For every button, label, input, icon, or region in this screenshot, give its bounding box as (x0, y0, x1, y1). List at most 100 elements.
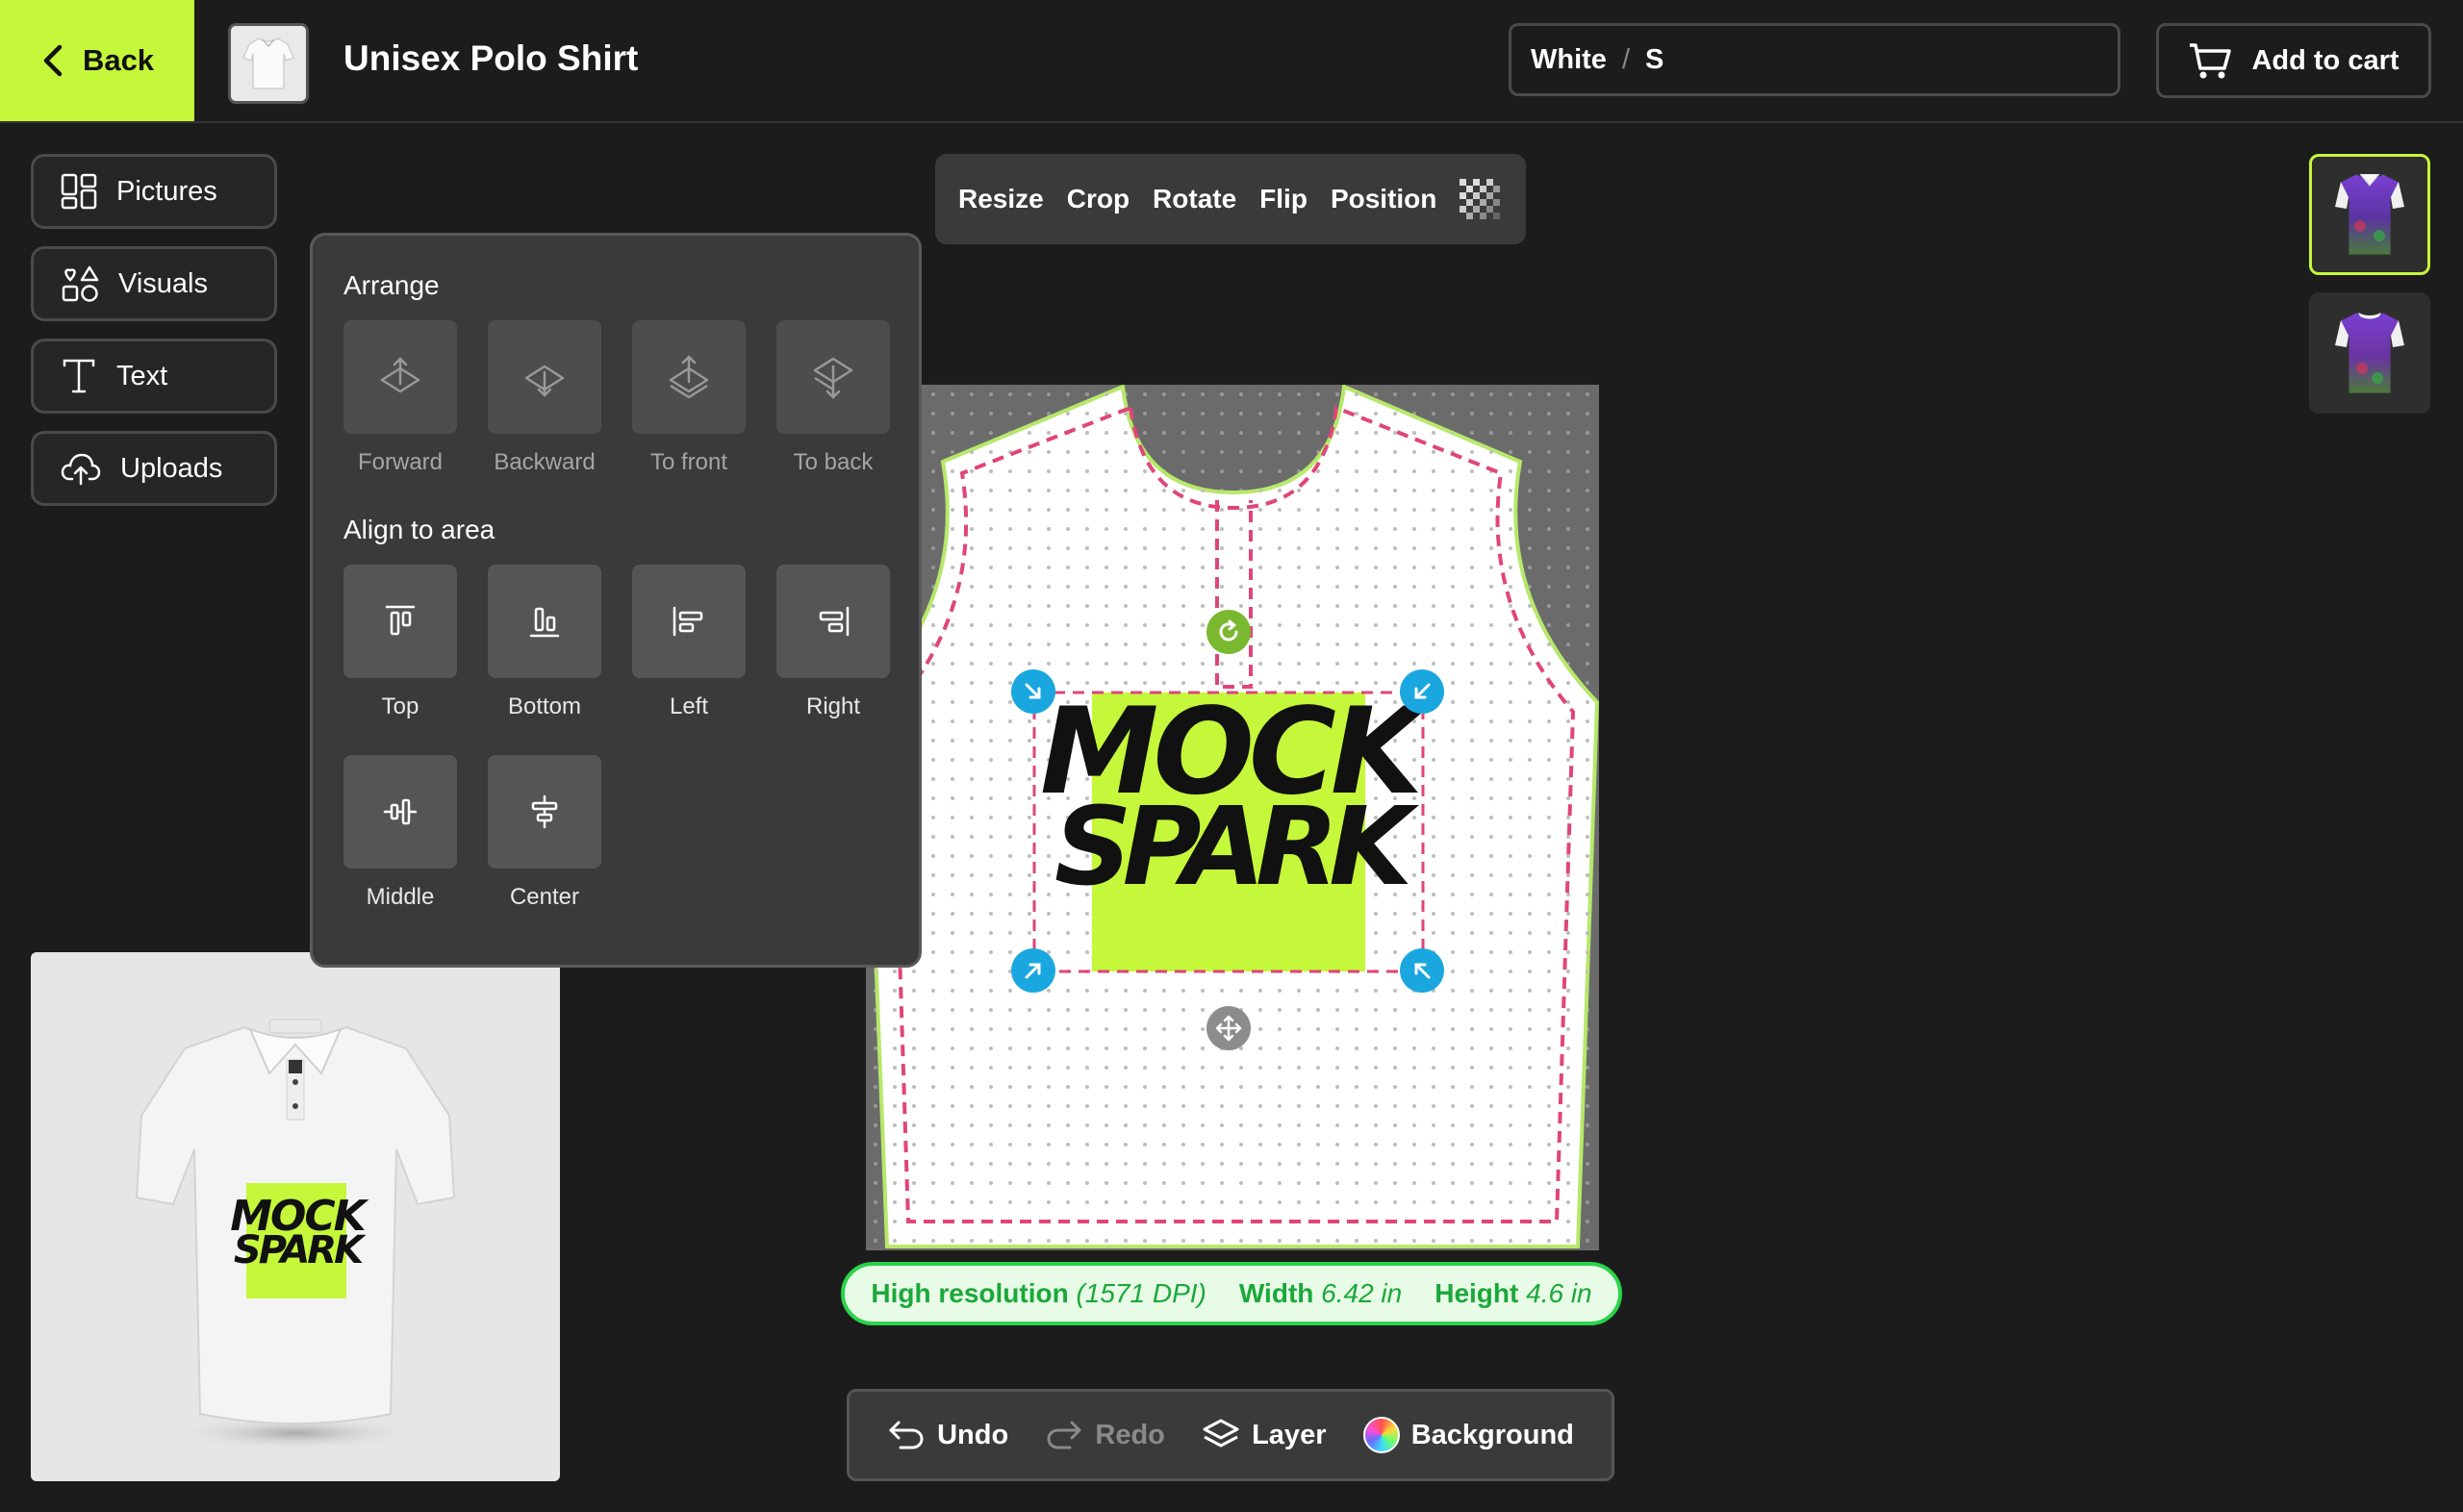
align-bottom-icon (529, 607, 560, 638)
to-back-button[interactable] (776, 320, 890, 434)
variant-color: White (1531, 43, 1607, 75)
resolution-info: High resolution (1571 DPI) (871, 1278, 1206, 1309)
width-label: Width (1238, 1278, 1314, 1308)
resize-button[interactable]: Resize (958, 184, 1044, 214)
align-left-label: Left (669, 693, 709, 719)
undo-button[interactable]: Undo (887, 1419, 1008, 1451)
add-to-cart-label: Add to cart (2251, 44, 2400, 76)
preview-logo: MOCK SPARK (225, 1195, 369, 1273)
redo-icon (1047, 1421, 1081, 1449)
redo-label: Redo (1095, 1419, 1165, 1450)
arrange-panel: Arrange Forward Backward To front To bac… (310, 233, 922, 968)
arrow-down-right-icon (1025, 683, 1041, 699)
design-canvas[interactable]: MOCK SPARK (866, 385, 1599, 1250)
sidebar-item-text[interactable]: Text (31, 339, 277, 414)
text-icon (63, 359, 95, 393)
align-right-button[interactable] (776, 565, 890, 678)
align-left-button[interactable] (632, 565, 746, 678)
forward-label: Forward (357, 449, 444, 475)
redo-button[interactable]: Redo (1045, 1419, 1165, 1451)
sidebar-item-uploads[interactable]: Uploads (31, 431, 277, 506)
layers-icon (1203, 1419, 1239, 1448)
align-right-icon (819, 606, 850, 637)
cart-icon (2190, 43, 2232, 79)
variant-selector[interactable]: White / S (1509, 23, 2120, 96)
align-top-label: Top (381, 693, 419, 719)
rotate-button[interactable]: Rotate (1153, 184, 1236, 214)
width-info: Width 6.42 in (1239, 1278, 1402, 1309)
align-left-icon (673, 606, 703, 637)
position-button[interactable]: Position (1331, 184, 1436, 214)
backward-label: Backward (494, 449, 596, 475)
align-center-label: Center (509, 884, 580, 910)
edit-toolbar: Resize Crop Rotate Flip Position (935, 154, 1526, 244)
variant-size: S (1645, 43, 1664, 75)
background-label: Background (1410, 1419, 1574, 1450)
undo-label: Undo (937, 1419, 1009, 1450)
arrow-up-left-icon (1414, 963, 1431, 979)
move-handle[interactable] (1206, 1006, 1251, 1050)
align-top-button[interactable] (343, 565, 457, 678)
undo-icon (889, 1421, 924, 1449)
view-thumbnail-front[interactable] (2309, 154, 2430, 275)
forward-button[interactable] (343, 320, 457, 434)
align-center-button[interactable] (488, 755, 601, 869)
crop-button[interactable]: Crop (1067, 184, 1130, 214)
view-thumbnail-back[interactable] (2309, 292, 2430, 414)
bottom-toolbar: Undo Redo Layer Background (847, 1389, 1614, 1481)
align-heading: Align to area (343, 515, 495, 544)
layer-button[interactable]: Layer (1202, 1418, 1326, 1452)
design-logo[interactable]: MOCK SPARK (1035, 693, 1423, 910)
align-center-icon (531, 794, 558, 829)
backward-button[interactable] (488, 320, 601, 434)
preview-logo-line2: SPARK (233, 1228, 364, 1273)
rotate-icon (1219, 619, 1238, 642)
sidebar-item-label: Visuals (118, 267, 208, 299)
send-backward-icon (524, 365, 565, 397)
shirt-thumbnail-icon (242, 38, 294, 89)
send-to-back-icon (813, 357, 853, 399)
background-button[interactable]: Background (1362, 1417, 1574, 1453)
sidebar-item-visuals[interactable]: Visuals (31, 246, 277, 321)
arrow-down-left-icon (1414, 683, 1431, 699)
resize-handle-bottom-right[interactable] (1400, 948, 1444, 993)
bring-to-front-icon (669, 355, 709, 399)
flip-button[interactable]: Flip (1259, 184, 1308, 214)
align-middle-icon (383, 798, 418, 825)
align-top-icon (385, 605, 416, 636)
checker-icon[interactable] (1460, 179, 1501, 219)
back-button[interactable]: Back (0, 0, 194, 121)
arrange-heading: Arrange (343, 270, 440, 300)
width-value: 6.42 in (1321, 1278, 1403, 1308)
grid-icon (61, 173, 97, 210)
align-bottom-button[interactable] (488, 565, 601, 678)
align-bottom-label: Bottom (507, 693, 582, 719)
height-value: 4.6 in (1526, 1278, 1592, 1308)
dpi-value: (1571 DPI) (1076, 1278, 1206, 1308)
to-back-label: To back (793, 449, 874, 475)
resize-handle-top-left[interactable] (1011, 669, 1055, 714)
to-front-button[interactable] (632, 320, 746, 434)
height-label: Height (1435, 1278, 1519, 1308)
logo-line2: SPARK (1054, 784, 1412, 910)
sidebar-item-label: Uploads (120, 452, 223, 484)
resize-handle-top-right[interactable] (1400, 669, 1444, 714)
resize-handle-bottom-left[interactable] (1011, 948, 1055, 993)
add-to-cart-button[interactable]: Add to cart (2156, 23, 2431, 98)
color-wheel-icon (1362, 1417, 1400, 1453)
rotate-handle[interactable] (1206, 610, 1251, 654)
align-right-label: Right (805, 693, 861, 719)
shapes-icon (62, 265, 99, 302)
sidebar-item-pictures[interactable]: Pictures (31, 154, 277, 229)
sidebar-item-label: Pictures (116, 175, 217, 207)
align-middle-label: Middle (366, 884, 435, 910)
shirt-front-thumbnail-icon (2334, 173, 2405, 256)
cloud-upload-icon (61, 453, 101, 486)
back-label: Back (82, 43, 155, 77)
resolution-info-bar: High resolution (1571 DPI) Width 6.42 in… (841, 1262, 1622, 1325)
bring-forward-icon (380, 357, 420, 393)
align-middle-button[interactable] (343, 755, 457, 869)
resolution-label: High resolution (871, 1278, 1069, 1308)
variant-separator: / (1621, 43, 1630, 75)
layer-label: Layer (1252, 1419, 1327, 1450)
